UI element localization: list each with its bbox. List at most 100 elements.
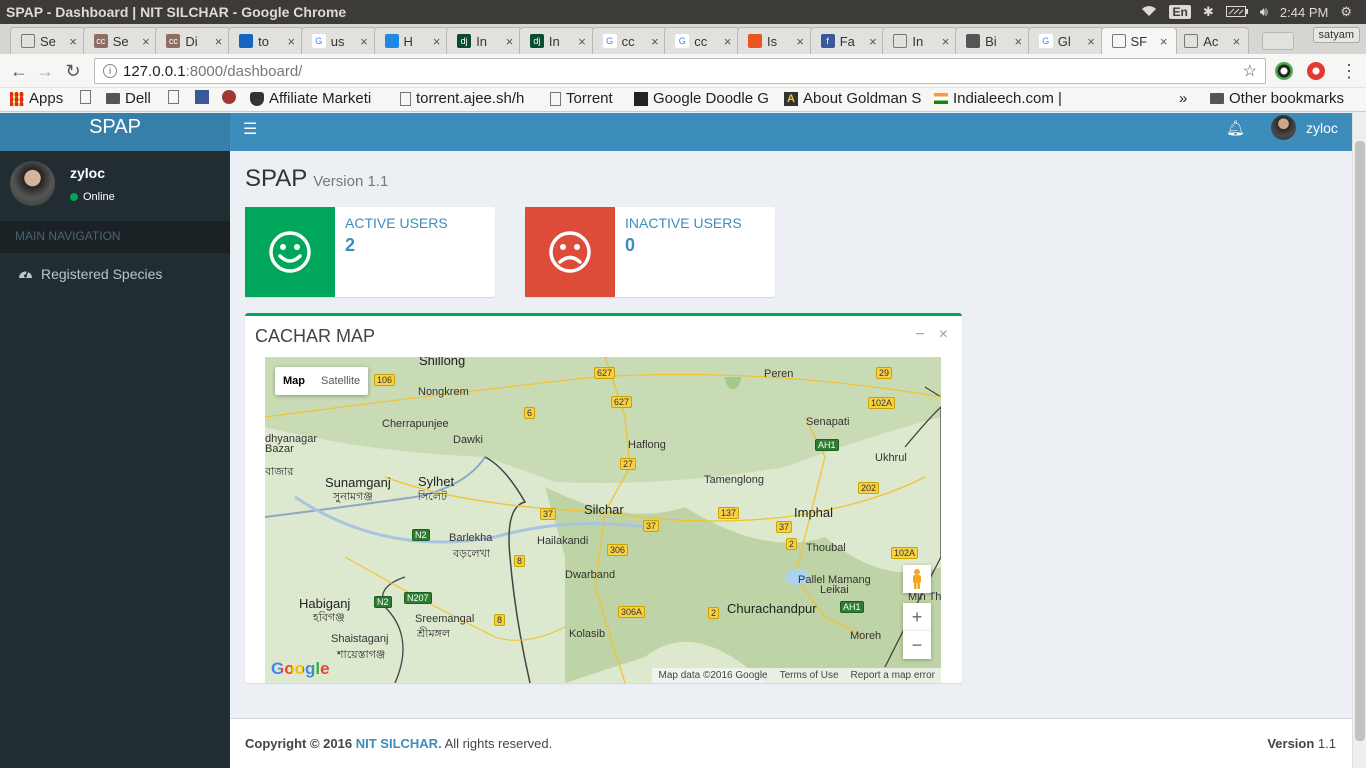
bookmark-torrent[interactable]: Torrent (550, 90, 613, 107)
clock[interactable]: 2:44 PM (1280, 5, 1328, 20)
map-box-title: CACHAR MAP (255, 326, 376, 346)
zoom-in-icon[interactable]: + (903, 603, 931, 631)
browser-tab[interactable]: G Gl × (1027, 27, 1104, 54)
road-shield: 29 (876, 367, 893, 379)
address-bar[interactable]: i 127.0.0.1:8000/dashboard/ ☆ (94, 58, 1266, 84)
road-shield: 8 (514, 555, 526, 567)
chrome-menu-icon[interactable]: ⋮ (1338, 60, 1360, 82)
browser-tab[interactable]: Is × (737, 27, 813, 54)
tab-label: Bi (985, 33, 997, 49)
map-type-satellite-button[interactable]: Satellite (313, 367, 368, 395)
url-path: :8000/dashboard/ (185, 62, 303, 80)
bookmark-indialeech[interactable]: Indialeech.com | (934, 90, 1062, 107)
page-scrollbar[interactable] (1352, 113, 1366, 768)
bookmark-google-doodle[interactable]: Google Doodle G (634, 90, 769, 107)
browser-tab[interactable]: In × (882, 27, 959, 54)
google-map[interactable]: Shillong Nongkrem Cherrapunjee Dawki dhy… (265, 357, 941, 683)
bookmark-apps[interactable]: Apps (10, 90, 63, 107)
close-tab-icon[interactable]: × (142, 34, 150, 49)
browser-tab[interactable]: Gcc × (591, 27, 668, 54)
browser-tab[interactable]: Bi × (955, 27, 1032, 54)
close-tab-icon[interactable]: × (288, 34, 296, 49)
other-bookmarks-folder[interactable]: Other bookmarks (1210, 90, 1344, 107)
pegman-icon[interactable] (903, 565, 931, 593)
map-type-map-button[interactable]: Map (275, 367, 313, 395)
forward-arrow-icon[interactable]: → (34, 60, 56, 82)
keyboard-lang-indicator[interactable]: En (1169, 5, 1191, 19)
new-tab-button[interactable] (1262, 32, 1294, 50)
close-tab-icon[interactable]: × (578, 34, 586, 49)
close-tab-icon[interactable]: × (1015, 34, 1023, 49)
close-tab-icon[interactable]: × (1160, 34, 1168, 49)
sidebar-item-label: Registered Species (41, 266, 163, 282)
tab-label: Se (112, 33, 129, 49)
bookmark-page[interactable] (80, 90, 91, 104)
bluetooth-icon[interactable]: ✱ (1203, 4, 1214, 20)
settings-gear-icon[interactable]: ⚙ (1340, 4, 1352, 20)
browser-tab[interactable]: Gcc × (664, 27, 741, 54)
bookmark-affiliate[interactable]: Affiliate Marketi (250, 90, 371, 107)
browser-tab[interactable]: cc Di × (155, 27, 232, 54)
map-label-hailakandi: Hailakandi (537, 535, 589, 547)
browser-tab[interactable]: cc Se × (82, 27, 159, 54)
bookmark-goldman[interactable]: A About Goldman S (784, 90, 921, 107)
close-tab-icon[interactable]: × (69, 34, 77, 49)
close-tab-icon[interactable]: × (1233, 34, 1241, 49)
reload-icon[interactable]: ↻ (62, 60, 84, 82)
sidebar-item-registered-species[interactable]: Registered Species (0, 253, 230, 295)
doc-favicon-icon (21, 34, 35, 48)
active-users-box: ACTIVE USERS 2 (245, 207, 495, 297)
browser-tab[interactable]: dj In × (446, 27, 523, 54)
browser-tab[interactable]: f Fa × (809, 27, 886, 54)
terms-of-use-link[interactable]: Terms of Use (780, 670, 839, 681)
browser-tab[interactable]: Ac × (1173, 27, 1250, 54)
inactive-users-box: INACTIVE USERS 0 (525, 207, 775, 297)
browser-tab[interactable]: dj In × (518, 27, 595, 54)
sidebar-toggle-icon[interactable]: ☰ (243, 119, 257, 139)
notifications-bell-icon[interactable]: 🔔︎ (1226, 119, 1245, 137)
bookmarks-overflow[interactable]: » (1179, 90, 1187, 107)
browser-tab[interactable]: Gus × (300, 27, 377, 54)
copyright: Copyright © 2016 NIT SILCHAR. (245, 736, 442, 751)
bookmark-star-icon[interactable]: ☆ (1243, 61, 1257, 81)
close-tab-icon[interactable]: × (724, 34, 732, 49)
collapse-icon[interactable]: − (915, 326, 924, 344)
page-info-icon[interactable]: i (103, 64, 117, 78)
back-arrow-icon[interactable]: ← (8, 60, 30, 82)
profile-badge[interactable]: satyam (1312, 27, 1360, 43)
wifi-icon[interactable] (1141, 5, 1157, 20)
extension-camera-icon[interactable] (1275, 62, 1293, 80)
browser-tab[interactable]: to × (228, 27, 305, 54)
tab-label: Di (185, 33, 198, 49)
browser-tab[interactable]: Se × (10, 27, 86, 54)
volume-icon[interactable]: 🔊︎ (1260, 4, 1268, 20)
close-tab-icon[interactable]: × (433, 34, 441, 49)
scrollbar-thumb[interactable] (1355, 141, 1365, 741)
zoom-out-icon[interactable]: − (903, 631, 931, 659)
browser-tab[interactable]: SF × (1100, 27, 1177, 54)
close-icon[interactable]: × (939, 326, 948, 344)
close-tab-icon[interactable]: × (869, 34, 877, 49)
close-tab-icon[interactable]: × (942, 34, 950, 49)
close-tab-icon[interactable]: × (506, 34, 514, 49)
extension-opera-icon[interactable] (1307, 62, 1325, 80)
report-map-error-link[interactable]: Report a map error (851, 670, 935, 681)
user-menu[interactable]: zyloc (1271, 115, 1338, 140)
close-tab-icon[interactable]: × (1087, 34, 1095, 49)
org-link[interactable]: NIT SILCHAR. (356, 736, 442, 751)
close-tab-icon[interactable]: × (360, 34, 368, 49)
close-tab-icon[interactable]: × (651, 34, 659, 49)
close-tab-icon[interactable]: × (796, 34, 804, 49)
google-favicon-icon: G (602, 34, 617, 48)
bookmark-facebook[interactable] (195, 90, 209, 104)
bookmark-folder-dell[interactable]: Dell (106, 90, 151, 107)
bookmark-page[interactable] (168, 90, 179, 104)
close-tab-icon[interactable]: × (215, 34, 223, 49)
battery-icon[interactable] (1225, 5, 1248, 20)
bookmark-torrent-ajee[interactable]: torrent.ajee.sh/h (400, 90, 524, 107)
cc-favicon-icon: cc (166, 34, 181, 48)
browser-tab[interactable]: H × (373, 27, 450, 54)
bookmark-site[interactable] (222, 90, 236, 104)
os-top-bar: SPAP - Dashboard | NIT SILCHAR - Google … (0, 0, 1366, 24)
app-logo[interactable]: SPAP (0, 113, 230, 151)
